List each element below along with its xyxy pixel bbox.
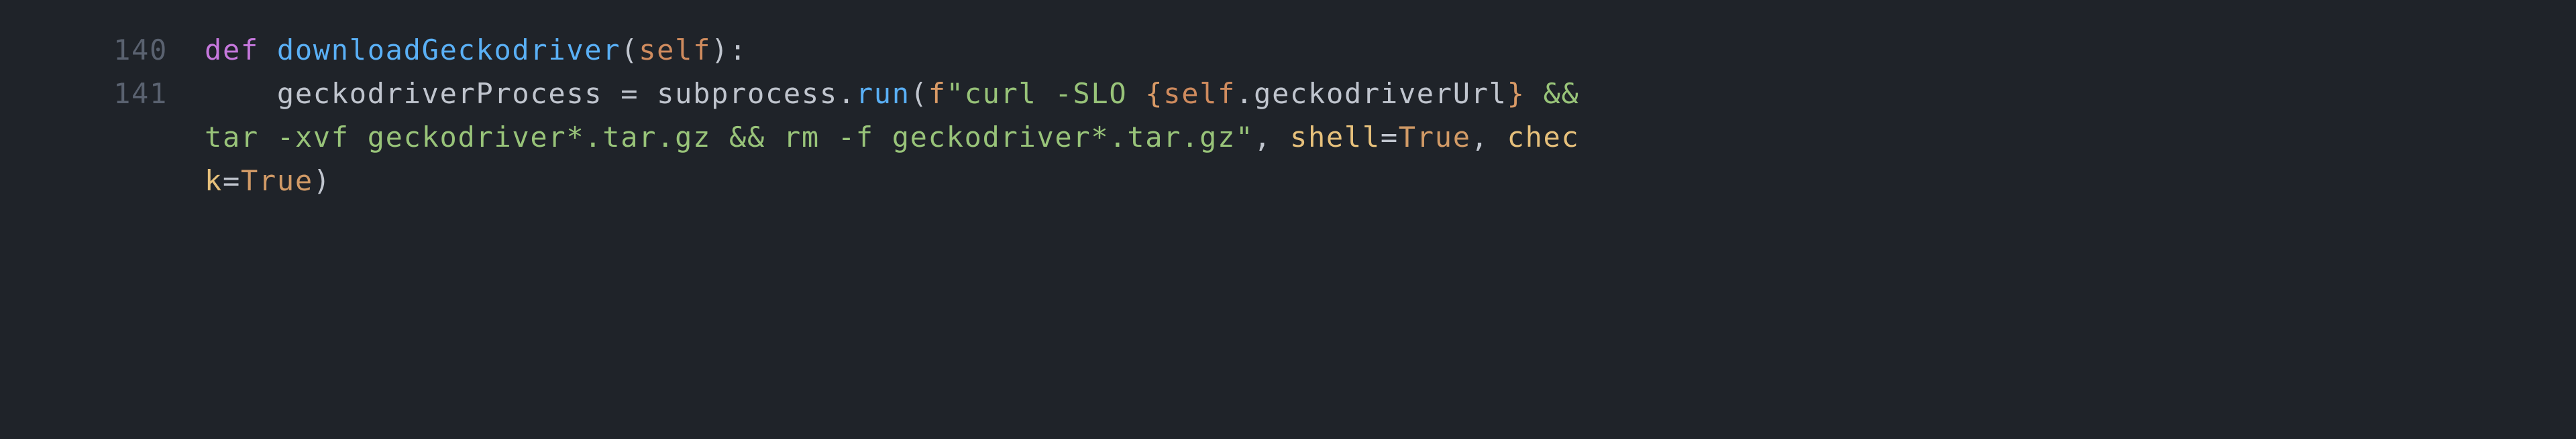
keyword-def: def bbox=[205, 34, 259, 66]
line-number: 141 bbox=[0, 72, 205, 115]
comma: , bbox=[1254, 121, 1272, 153]
equals: = bbox=[223, 164, 241, 197]
whitespace bbox=[1489, 121, 1507, 153]
operator-assign: = bbox=[621, 77, 639, 110]
code-line: 141 geckodriverProcess = subprocess.run(… bbox=[0, 72, 2576, 115]
attr: geckodriverUrl bbox=[1254, 77, 1507, 110]
code-line: k=True) bbox=[0, 159, 2576, 202]
kwarg-check-part2: k bbox=[205, 164, 223, 197]
bool-true: True bbox=[241, 164, 313, 197]
paren-close-colon: ): bbox=[711, 34, 747, 66]
function-name: downloadGeckodriver bbox=[277, 34, 621, 66]
code-content[interactable]: tar -xvf geckodriver*.tar.gz && rm -f ge… bbox=[205, 115, 2576, 159]
paren-open: ( bbox=[621, 34, 639, 66]
comma: , bbox=[1471, 121, 1489, 153]
string: "curl -SLO bbox=[947, 77, 1146, 110]
code-content[interactable]: k=True) bbox=[205, 159, 2576, 202]
whitespace bbox=[639, 77, 657, 110]
code-content[interactable]: def downloadGeckodriver(self): bbox=[205, 28, 2576, 72]
interp-open: { bbox=[1145, 77, 1163, 110]
interp-close: } bbox=[1507, 77, 1525, 110]
code-editor: 140 def downloadGeckodriver(self): 141 g… bbox=[0, 0, 2576, 202]
variable: geckodriverProcess bbox=[277, 77, 602, 110]
whitespace bbox=[259, 34, 277, 66]
param-self: self bbox=[639, 34, 711, 66]
paren-open: ( bbox=[910, 77, 928, 110]
code-line: tar -xvf geckodriver*.tar.gz && rm -f ge… bbox=[0, 115, 2576, 159]
whitespace bbox=[1272, 121, 1290, 153]
kwarg-check-part1: chec bbox=[1507, 121, 1580, 153]
self: self bbox=[1163, 77, 1236, 110]
equals: = bbox=[1381, 121, 1399, 153]
fstring-prefix: f bbox=[928, 77, 947, 110]
kwarg-shell: shell bbox=[1290, 121, 1381, 153]
bool-true: True bbox=[1399, 121, 1471, 153]
code-line: 140 def downloadGeckodriver(self): bbox=[0, 28, 2576, 72]
dot: . bbox=[838, 77, 856, 110]
string: && bbox=[1525, 77, 1598, 110]
string: tar -xvf geckodriver*.tar.gz && rm -f ge… bbox=[205, 121, 1254, 153]
whitespace bbox=[602, 77, 621, 110]
line-number: 140 bbox=[0, 28, 205, 72]
code-content[interactable]: geckodriverProcess = subprocess.run(f"cu… bbox=[205, 72, 2576, 115]
call: run bbox=[856, 77, 910, 110]
indent bbox=[205, 72, 277, 115]
dot: . bbox=[1236, 77, 1254, 110]
paren-close: ) bbox=[313, 164, 331, 197]
module: subprocess bbox=[657, 77, 838, 110]
